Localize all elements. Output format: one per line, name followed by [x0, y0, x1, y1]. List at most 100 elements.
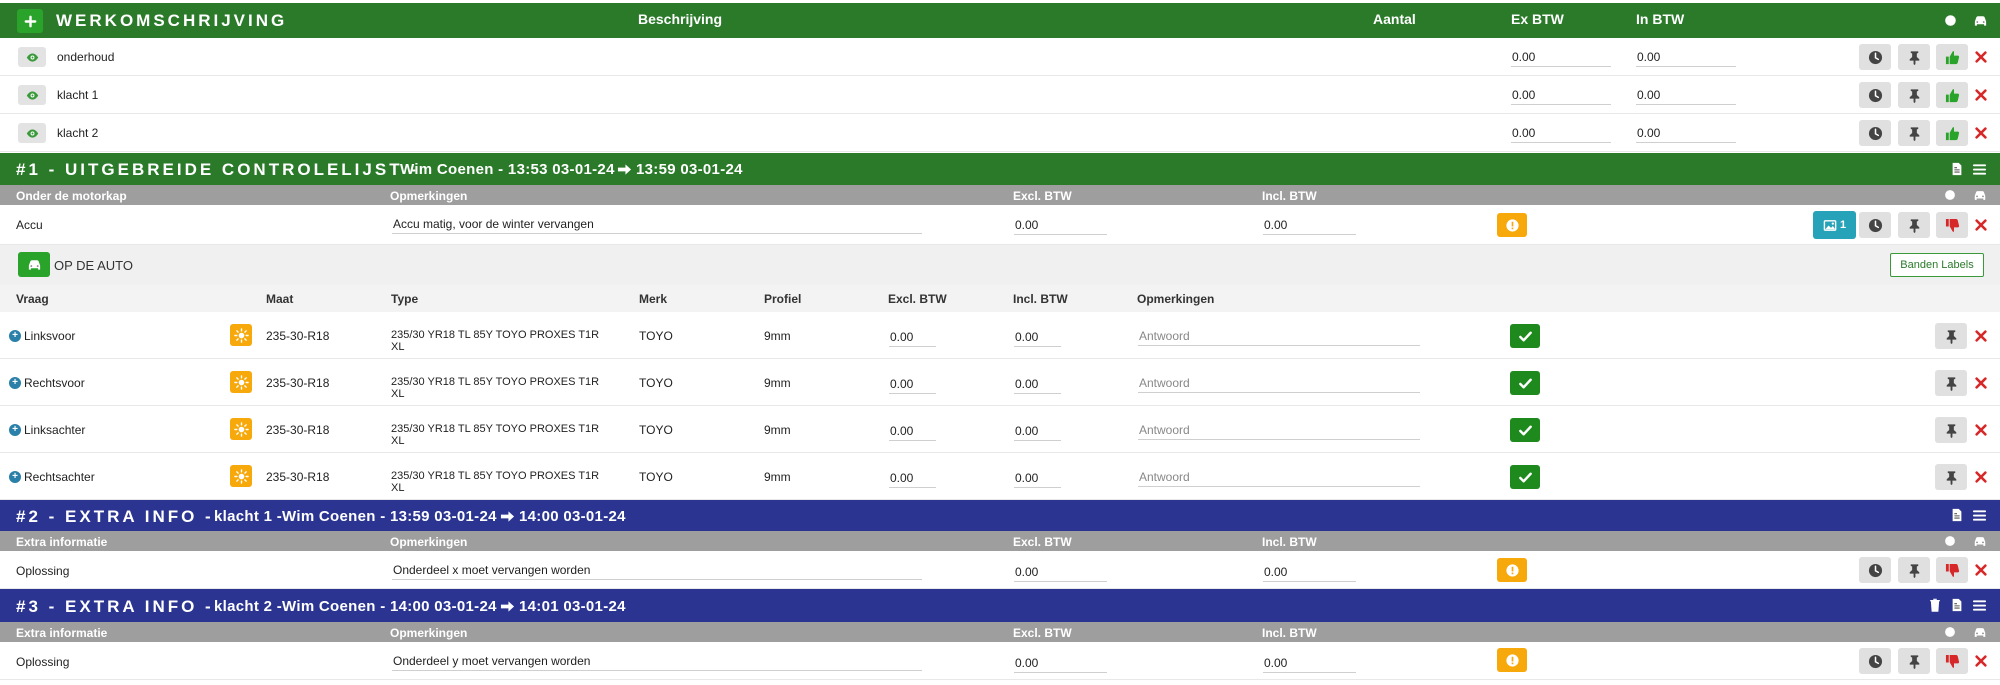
menu-icon[interactable]	[1972, 162, 1987, 177]
approve-button[interactable]	[1936, 82, 1968, 108]
tire-size: 235-30-R18	[266, 423, 330, 437]
excl-btw-input[interactable]: 0.00	[889, 424, 936, 441]
section1-header: #1 - UITGEBREIDE CONTROLELIJST - Wim Coe…	[0, 153, 2000, 185]
menu-icon[interactable]	[1972, 508, 1987, 523]
incl-btw-input[interactable]: 0.00	[1014, 330, 1061, 347]
menu-icon[interactable]	[1972, 598, 1987, 613]
expand-plus-icon[interactable]: +	[9, 424, 21, 436]
answer-input[interactable]: Antwoord	[1138, 376, 1420, 393]
section2-column-header: Extra informatie Opmerkingen Excl. BTW I…	[0, 531, 2000, 551]
pin-button[interactable]	[1898, 120, 1930, 146]
remark-input[interactable]: Accu matig, voor de winter vervangen	[392, 217, 922, 234]
approve-button[interactable]	[1936, 120, 1968, 146]
delete-icon[interactable]	[1974, 329, 1988, 343]
history-button[interactable]	[1859, 648, 1891, 674]
incl-btw-input[interactable]: 0.00	[1263, 656, 1356, 673]
pin-button[interactable]	[1898, 648, 1930, 674]
col-beschrijving: Beschrijving	[638, 11, 723, 27]
expand-plus-icon[interactable]: +	[9, 377, 21, 389]
in-btw-input[interactable]: 0.00	[1636, 50, 1736, 67]
delete-icon[interactable]	[1974, 88, 1988, 102]
excl-btw-input[interactable]: 0.00	[889, 377, 936, 394]
section3-meta-start: klacht 2 -Wim Coenen - 14:00 03-01-24	[214, 598, 497, 615]
approve-check-button[interactable]	[1510, 324, 1540, 348]
photos-button[interactable]: 1	[1813, 211, 1856, 239]
history-button[interactable]	[1859, 82, 1891, 108]
ex-btw-input[interactable]: 0.00	[1511, 50, 1611, 67]
warning-status-button[interactable]	[1497, 558, 1527, 582]
pin-button[interactable]	[1935, 417, 1967, 443]
tire-brand: TOYO	[639, 329, 673, 343]
delete-icon[interactable]	[1974, 50, 1988, 64]
approve-check-button[interactable]	[1510, 418, 1540, 442]
answer-input[interactable]: Antwoord	[1138, 423, 1420, 440]
toggle-visibility-button[interactable]	[18, 47, 46, 67]
pin-button[interactable]	[1935, 323, 1967, 349]
pin-button[interactable]	[1935, 464, 1967, 490]
toggle-visibility-button[interactable]	[18, 85, 46, 105]
delete-icon[interactable]	[1974, 218, 1988, 232]
section1-meta-end: 13:59 03-01-24	[636, 161, 743, 178]
pin-button[interactable]	[1898, 82, 1930, 108]
excl-btw-input[interactable]: 0.00	[1014, 565, 1107, 582]
history-button[interactable]	[1859, 120, 1891, 146]
tire-type: 235/30 YR18 TL 85Y TOYO PROXES T1R	[391, 470, 600, 482]
pin-button[interactable]	[1898, 212, 1930, 238]
delete-icon[interactable]	[1974, 376, 1988, 390]
answer-input[interactable]: Antwoord	[1138, 470, 1420, 487]
exclamation-icon	[1505, 563, 1520, 578]
checklist-row-accu: Accu Accu matig, voor de winter vervange…	[0, 205, 2000, 245]
incl-btw-input[interactable]: 0.00	[1263, 565, 1356, 582]
pin-button[interactable]	[1898, 557, 1930, 583]
expand-plus-icon[interactable]: +	[9, 330, 21, 342]
in-btw-input[interactable]: 0.00	[1636, 88, 1736, 105]
excl-btw-input[interactable]: 0.00	[889, 330, 936, 347]
incl-btw-input[interactable]: 0.00	[1014, 424, 1061, 441]
incl-btw-input[interactable]: 0.00	[1263, 218, 1356, 235]
approve-button[interactable]	[1936, 44, 1968, 70]
expand-plus-icon[interactable]: +	[9, 471, 21, 483]
history-button[interactable]	[1859, 557, 1891, 583]
remark-input[interactable]: Onderdeel y moet vervangen worden	[392, 654, 922, 671]
ex-btw-input[interactable]: 0.00	[1511, 126, 1611, 143]
werkomschrijving-title: WERKOMSCHRIJVING	[56, 11, 288, 30]
answer-input[interactable]: Antwoord	[1138, 329, 1420, 346]
reject-button[interactable]	[1936, 557, 1968, 583]
reject-button[interactable]	[1936, 212, 1968, 238]
approve-check-button[interactable]	[1510, 371, 1540, 395]
delete-icon[interactable]	[1974, 423, 1988, 437]
history-button[interactable]	[1859, 212, 1891, 238]
tire-type: 235/30 YR18 TL 85Y TOYO PROXES T1R	[391, 329, 600, 341]
clock-icon	[1868, 50, 1883, 65]
warning-status-button[interactable]	[1497, 213, 1527, 237]
in-btw-input[interactable]: 0.00	[1636, 126, 1736, 143]
pin-button[interactable]	[1898, 44, 1930, 70]
remark-input[interactable]: Onderdeel x moet vervangen worden	[392, 563, 922, 580]
delete-icon[interactable]	[1974, 654, 1988, 668]
delete-icon[interactable]	[1974, 470, 1988, 484]
history-button[interactable]	[1859, 44, 1891, 70]
extra-info-row: Oplossing Onderdeel x moet vervangen wor…	[0, 551, 2000, 589]
excl-btw-input[interactable]: 0.00	[1014, 218, 1107, 235]
excl-btw-input[interactable]: 0.00	[1014, 656, 1107, 673]
car-group-toggle[interactable]	[18, 252, 50, 277]
ex-btw-input[interactable]: 0.00	[1511, 88, 1611, 105]
excl-btw-input[interactable]: 0.00	[889, 471, 936, 488]
delete-icon[interactable]	[1974, 563, 1988, 577]
delete-icon[interactable]	[1974, 126, 1988, 140]
pin-button[interactable]	[1935, 370, 1967, 396]
banden-labels-button[interactable]: Banden Labels	[1890, 253, 1984, 277]
trash-icon[interactable]	[1928, 598, 1942, 612]
incl-btw-input[interactable]: 0.00	[1014, 471, 1061, 488]
reject-button[interactable]	[1936, 648, 1968, 674]
pdf-icon[interactable]	[1950, 162, 1964, 176]
pdf-icon[interactable]	[1950, 598, 1964, 612]
warning-status-button[interactable]	[1497, 648, 1527, 672]
incl-btw-input[interactable]: 0.00	[1014, 377, 1061, 394]
col-opmerkingen: Opmerkingen	[390, 626, 468, 640]
add-work-item-button[interactable]	[17, 9, 43, 33]
pdf-icon[interactable]	[1950, 508, 1964, 522]
approve-check-button[interactable]	[1510, 465, 1540, 489]
toggle-visibility-button[interactable]	[18, 123, 46, 143]
sun-icon	[234, 375, 249, 390]
